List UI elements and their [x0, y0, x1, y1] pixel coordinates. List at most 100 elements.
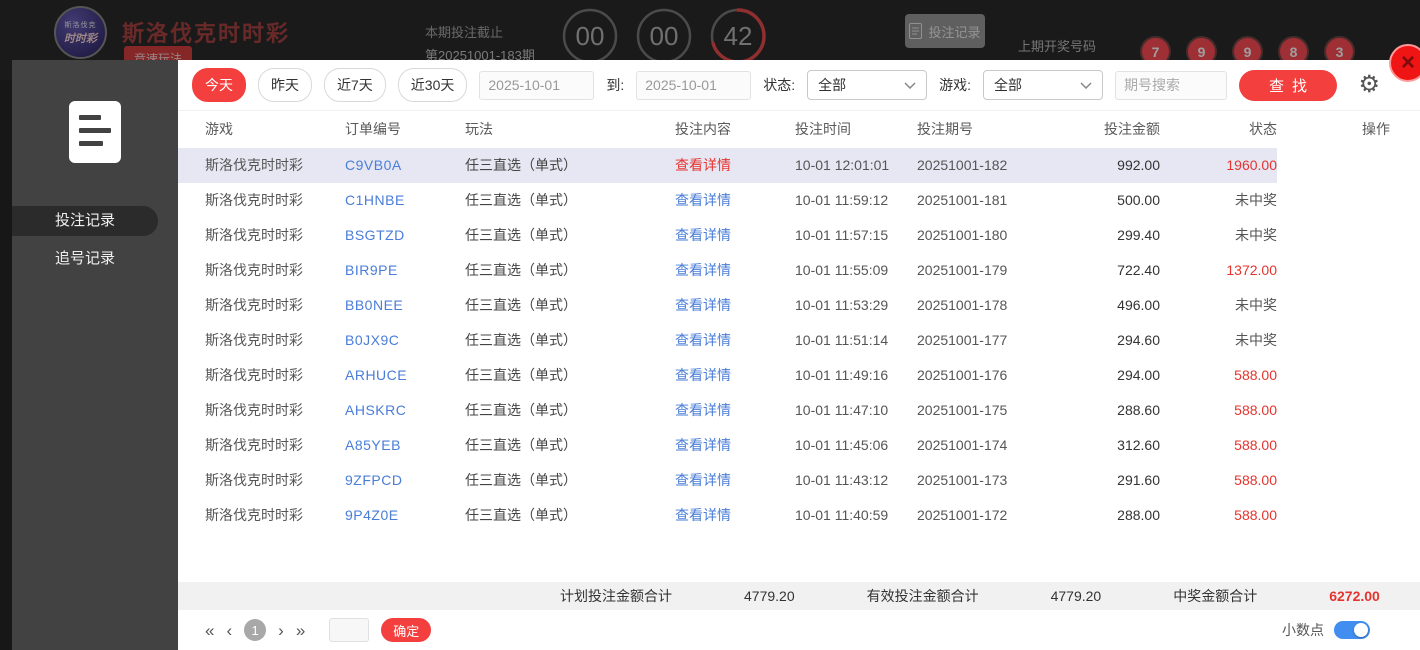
confirm-page-button[interactable]: 确定 — [381, 618, 432, 642]
decimal-toggle-label: 小数点 — [1282, 622, 1324, 638]
cell-play-type: 任三直选（单式） — [465, 332, 577, 348]
cell-amount: 294.60 — [1117, 332, 1160, 348]
game-select[interactable]: 全部 — [983, 70, 1104, 100]
date-from-input[interactable] — [479, 70, 595, 100]
pagination-bar: « ‹ 1 › » 确定 小数点 — [178, 610, 1420, 650]
cell-operation — [1277, 428, 1420, 463]
cell-game: 斯洛伐克时时彩 — [205, 262, 303, 278]
table-row[interactable]: 斯洛伐克时时彩 AHSKRC 任三直选（单式） 查看详情 10-01 11:47… — [178, 393, 1420, 428]
col-play-type: 玩法 — [465, 110, 675, 148]
cell-period: 20251001-180 — [917, 227, 1008, 243]
view-details-link[interactable]: 查看详情 — [675, 332, 731, 348]
cell-operation — [1277, 498, 1420, 533]
cell-game: 斯洛伐克时时彩 — [205, 332, 303, 348]
page-number-input[interactable] — [329, 618, 370, 642]
cell-status: 588.00 — [1234, 367, 1277, 383]
cell-operation — [1277, 218, 1420, 253]
status-select-value: 全部 — [818, 77, 847, 93]
cell-bet-time: 10-01 11:51:14 — [795, 332, 889, 348]
cell-bet-content: 查看详情 — [675, 393, 795, 428]
cell-bet-content: 查看详情 — [675, 498, 795, 533]
cell-game: 斯洛伐克时时彩 — [205, 472, 303, 488]
table-row[interactable]: 斯洛伐克时时彩 A85YEB 任三直选（单式） 查看详情 10-01 11:45… — [178, 428, 1420, 463]
view-details-link[interactable]: 查看详情 — [675, 157, 731, 173]
table-row[interactable]: 斯洛伐克时时彩 9P4Z0E 任三直选（单式） 查看详情 10-01 11:40… — [178, 498, 1420, 533]
view-details-link[interactable]: 查看详情 — [675, 262, 731, 278]
game-filter-label: 游戏: — [939, 77, 972, 93]
cell-bet-content: 查看详情 — [675, 463, 795, 498]
search-button[interactable]: 查找 — [1239, 69, 1338, 101]
cell-operation — [1277, 463, 1420, 498]
view-details-link[interactable]: 查看详情 — [675, 192, 731, 208]
cell-play-type: 任三直选（单式） — [465, 227, 577, 243]
table-header-row: 游戏 订单编号 玩法 投注内容 投注时间 投注期号 投注金额 状态 操作 — [178, 110, 1420, 148]
cell-play-type: 任三直选（单式） — [465, 437, 577, 453]
cell-game: 斯洛伐克时时彩 — [205, 402, 303, 418]
decimal-toggle-group: 小数点 — [1282, 620, 1370, 640]
close-button[interactable]: × — [1389, 44, 1420, 82]
cell-status: 未中奖 — [1235, 192, 1277, 208]
period-search-input[interactable] — [1115, 70, 1228, 100]
last-page-icon[interactable]: » — [296, 622, 305, 639]
cell-amount: 312.60 — [1117, 437, 1160, 453]
cell-bet-content: 查看详情 — [675, 288, 795, 323]
table-row[interactable]: 斯洛伐克时时彩 9ZFPCD 任三直选（单式） 查看详情 10-01 11:43… — [178, 463, 1420, 498]
status-filter-label: 状态: — [763, 77, 796, 93]
col-game: 游戏 — [178, 110, 345, 148]
cell-amount: 288.60 — [1117, 402, 1160, 418]
view-details-link[interactable]: 查看详情 — [675, 507, 731, 523]
table-row[interactable]: 斯洛伐克时时彩 BB0NEE 任三直选（单式） 查看详情 10-01 11:53… — [178, 288, 1420, 323]
cell-period: 20251001-181 — [917, 192, 1008, 208]
cell-amount: 992.00 — [1050, 147, 1160, 183]
cell-amount: 722.40 — [1117, 262, 1160, 278]
chevron-down-icon — [1080, 81, 1092, 89]
current-page-badge[interactable]: 1 — [244, 619, 267, 641]
cell-status: 1372.00 — [1226, 262, 1277, 278]
sidebar-item-bet-records[interactable]: 投注记录 — [12, 206, 158, 236]
cell-period: 20251001-182 — [917, 147, 1050, 183]
cell-status: 588.00 — [1234, 507, 1277, 523]
table-row[interactable]: 斯洛伐克时时彩 B0JX9C 任三直选（单式） 查看详情 10-01 11:51… — [178, 323, 1420, 358]
cell-play-type: 任三直选（单式） — [465, 402, 577, 418]
cell-bet-time: 10-01 11:57:15 — [795, 227, 889, 243]
col-operation: 操作 — [1277, 110, 1420, 148]
table-row[interactable]: 斯洛伐克时时彩 C9VB0A 任三直选（单式） 查看详情 10-01 12:01… — [178, 147, 1420, 183]
table-row[interactable]: 斯洛伐克时时彩 ARHUCE 任三直选（单式） 查看详情 10-01 11:49… — [178, 358, 1420, 393]
gear-icon[interactable]: ⚙ — [1358, 73, 1380, 97]
quick-range-pill[interactable]: 近30天 — [397, 68, 468, 102]
date-to-label: 到: — [606, 77, 625, 93]
cell-order-no: BSGTZD — [345, 227, 405, 243]
cell-game: 斯洛伐克时时彩 — [205, 507, 303, 523]
table-row[interactable]: 斯洛伐克时时彩 C1HNBE 任三直选（单式） 查看详情 10-01 11:59… — [178, 183, 1420, 218]
cell-amount: 288.00 — [1117, 507, 1160, 523]
cell-period: 20251001-173 — [917, 472, 1008, 488]
first-page-icon[interactable]: « — [205, 622, 214, 639]
decimal-toggle[interactable] — [1334, 621, 1370, 639]
view-details-link[interactable]: 查看详情 — [675, 472, 731, 488]
prev-page-icon[interactable]: ‹ — [226, 622, 232, 639]
col-order-no: 订单编号 — [345, 110, 465, 148]
view-details-link[interactable]: 查看详情 — [675, 297, 731, 313]
plan-total-value: 4779.20 — [744, 588, 795, 604]
next-page-icon[interactable]: › — [278, 622, 284, 639]
filter-bar: 今天 昨天 近7天 近30天 到: 状态: 全部 游戏: 全部 查找 — [178, 60, 1420, 110]
cell-period: 20251001-177 — [917, 332, 1008, 348]
cell-play-type: 任三直选（单式） — [465, 192, 577, 208]
view-details-link[interactable]: 查看详情 — [675, 437, 731, 453]
view-details-link[interactable]: 查看详情 — [675, 227, 731, 243]
cell-play-type: 任三直选（单式） — [465, 472, 577, 488]
modal-content: 今天 昨天 近7天 近30天 到: 状态: 全部 游戏: 全部 查找 — [178, 60, 1420, 650]
status-select[interactable]: 全部 — [807, 70, 928, 100]
quick-range-pill[interactable]: 今天 — [192, 68, 246, 102]
view-details-link[interactable]: 查看详情 — [675, 402, 731, 418]
table-row[interactable]: 斯洛伐克时时彩 BIR9PE 任三直选（单式） 查看详情 10-01 11:55… — [178, 253, 1420, 288]
quick-range-pill[interactable]: 近7天 — [324, 68, 386, 102]
table-body: 斯洛伐克时时彩 C9VB0A 任三直选（单式） 查看详情 10-01 12:01… — [178, 147, 1420, 533]
sidebar-item-chase-records[interactable]: 追号记录 — [12, 244, 158, 274]
quick-range-pill[interactable]: 昨天 — [258, 68, 312, 102]
table-row[interactable]: 斯洛伐克时时彩 BSGTZD 任三直选（单式） 查看详情 10-01 11:57… — [178, 218, 1420, 253]
view-details-link[interactable]: 查看详情 — [675, 367, 731, 383]
cell-order-no: 9ZFPCD — [345, 472, 403, 488]
col-status: 状态 — [1160, 110, 1277, 148]
date-to-input[interactable] — [636, 70, 752, 100]
